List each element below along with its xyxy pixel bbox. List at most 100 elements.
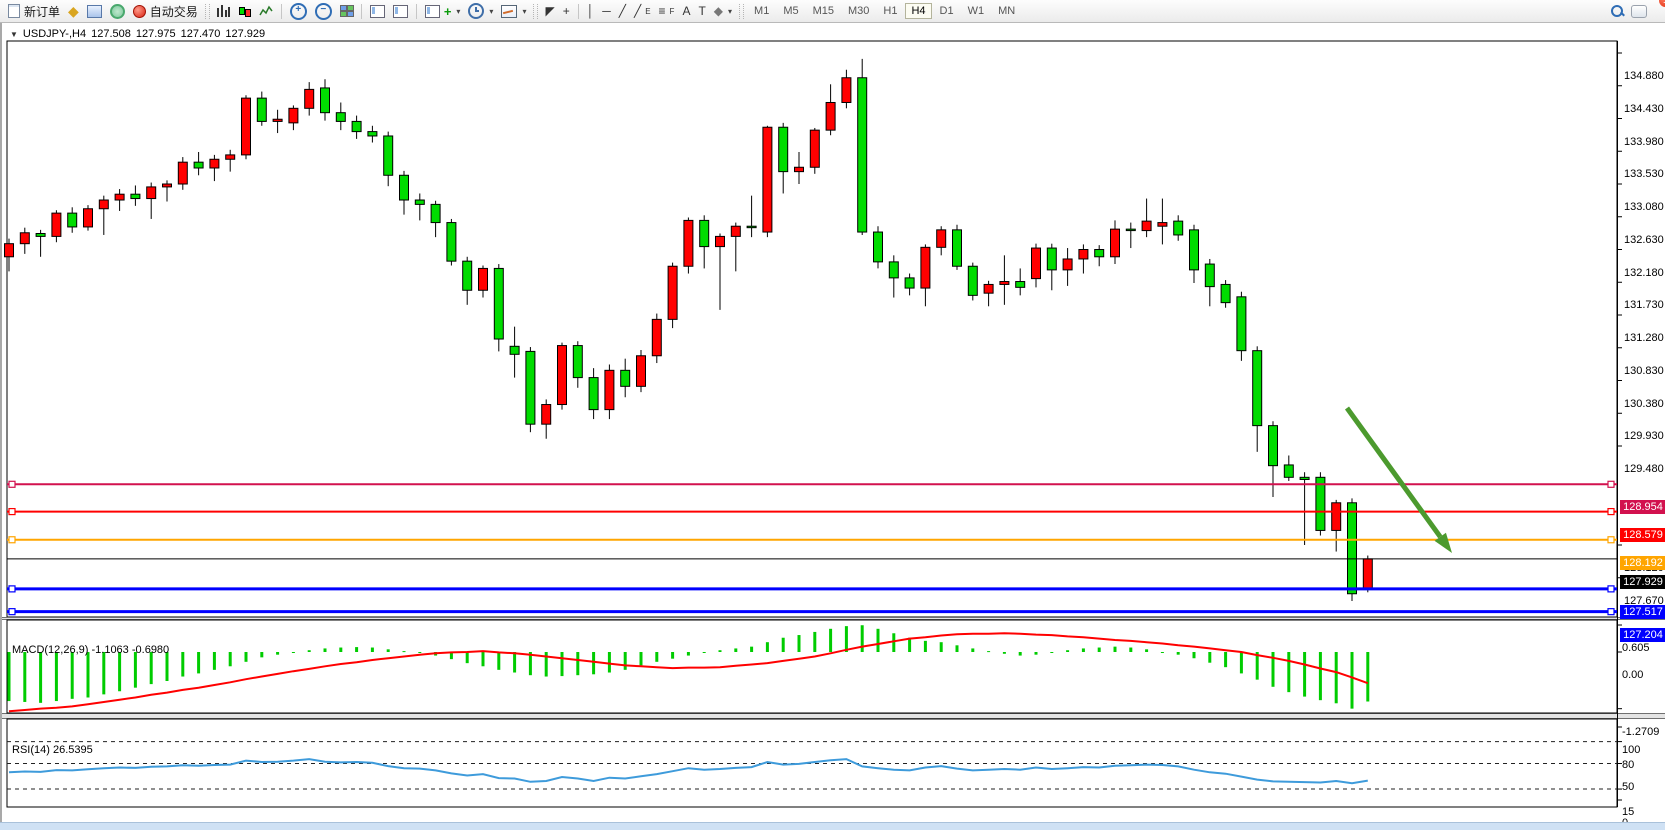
search-icon	[1611, 5, 1623, 17]
candlestick-chart-icon	[238, 5, 251, 18]
text-label-button[interactable]: T	[694, 2, 709, 21]
timeframe-button-mn[interactable]: MN	[992, 3, 1021, 19]
line-handle[interactable]	[1608, 586, 1614, 592]
candle-body	[1205, 264, 1214, 287]
ohlc-high: 127.975	[136, 28, 176, 40]
candle-body	[115, 194, 124, 200]
candle-body	[257, 98, 266, 121]
macd-histogram-bar	[23, 652, 26, 702]
macd-histogram-bar	[861, 625, 864, 652]
candle-body	[368, 132, 377, 136]
candle-body	[589, 378, 598, 410]
tile-windows-icon	[340, 5, 353, 17]
zoom-in-button[interactable]: +	[286, 2, 311, 21]
candle-body	[52, 213, 61, 236]
macd-histogram-bar	[1082, 648, 1085, 652]
macd-histogram-bar	[1019, 652, 1022, 656]
chevron-down-icon: ▾	[489, 7, 493, 16]
line-chart-icon	[259, 5, 273, 17]
candle-body	[1221, 284, 1230, 302]
search-button[interactable]	[1607, 2, 1627, 21]
candle-body	[1111, 229, 1120, 257]
line-handle[interactable]	[1608, 509, 1614, 515]
cascade-charts-button[interactable]	[389, 2, 412, 21]
candlestick-chart-button[interactable]	[234, 2, 255, 21]
macd-histogram-bar	[703, 652, 706, 653]
line-handle[interactable]	[1608, 481, 1614, 487]
timeframe-button-h1[interactable]: H1	[877, 3, 903, 19]
macd-histogram-bar	[8, 652, 11, 701]
candle-body	[305, 89, 314, 108]
macd-histogram-bar	[829, 629, 832, 652]
macd-histogram-bar	[118, 652, 121, 691]
text-button[interactable]: A	[678, 2, 694, 21]
notifications-button[interactable]: 1	[1627, 2, 1651, 21]
timeframe-button-d1[interactable]: D1	[934, 3, 960, 19]
macd-histogram-bar	[497, 652, 500, 670]
auto-trading-button[interactable]: 自动交易	[129, 2, 202, 21]
candle-body	[573, 346, 582, 378]
fibonacci-sub-label: F	[670, 7, 675, 16]
toolbar-separator	[578, 4, 579, 19]
vertical-line-button[interactable]: │	[583, 2, 599, 21]
timeframe-button-m30[interactable]: M30	[842, 3, 875, 19]
macd-histogram-bar	[1193, 652, 1196, 658]
line-chart-button[interactable]	[255, 2, 277, 21]
horizontal-line-button[interactable]: ─	[598, 2, 615, 21]
macd-histogram-bar	[592, 652, 595, 674]
line-handle[interactable]	[9, 509, 15, 515]
add-indicator-button[interactable]: +▾	[421, 2, 465, 21]
notification-badge: 1	[1659, 0, 1665, 7]
symbol-dropdown-icon[interactable]: ▼	[10, 30, 18, 39]
macd-histogram-bar	[576, 652, 579, 675]
timeframe-button-h4[interactable]: H4	[905, 3, 931, 19]
line-handle[interactable]	[1608, 537, 1614, 543]
fibonacci-button[interactable]: ≡F	[655, 2, 679, 21]
signals-button[interactable]	[106, 2, 129, 21]
candle-body	[463, 261, 472, 290]
line-handle[interactable]	[9, 481, 15, 487]
candle-body	[1142, 221, 1151, 230]
tile-windows-button[interactable]	[336, 2, 357, 21]
timeframe-button-w1[interactable]: W1	[962, 3, 991, 19]
line-handle[interactable]	[9, 586, 15, 592]
macd-histogram-bar	[166, 652, 169, 681]
cursor-button[interactable]: ◤	[541, 2, 558, 21]
fibonacci-icon: ≡	[659, 4, 666, 18]
macd-histogram-bar	[466, 652, 469, 663]
plus-icon: +	[444, 5, 452, 18]
template-button[interactable]: ▾	[497, 2, 530, 21]
navigator-button[interactable]	[83, 2, 106, 21]
timeframe-button-m15[interactable]: M15	[807, 3, 840, 19]
line-handle[interactable]	[9, 609, 15, 615]
timeframe-button-m5[interactable]: M5	[777, 3, 804, 19]
zoom-out-button[interactable]: −	[311, 2, 336, 21]
candle-body	[289, 108, 298, 123]
timeframe-button-m1[interactable]: M1	[748, 3, 775, 19]
candle-body	[652, 319, 661, 355]
channel-button[interactable]: ╱E	[630, 2, 655, 21]
candle-body	[447, 223, 456, 262]
macd-histogram-bar	[687, 652, 690, 656]
horizontal-line-icon: ─	[602, 4, 611, 18]
shapes-button[interactable]: ◆▾	[710, 2, 736, 21]
vertical-line-icon: │	[587, 4, 595, 18]
new-order-button[interactable]: 新订单	[4, 2, 64, 21]
bar-chart-button[interactable]	[213, 2, 234, 21]
chat-icon	[1631, 5, 1647, 18]
candle-body	[905, 278, 914, 288]
candle-body	[1269, 426, 1278, 466]
macd-histogram-bar	[102, 652, 105, 694]
candle-body	[68, 213, 77, 227]
market-watch-button[interactable]: ◆	[64, 2, 83, 21]
chart-canvas[interactable]	[2, 23, 1665, 822]
arrange-charts-button[interactable]	[366, 2, 389, 21]
line-handle[interactable]	[1608, 609, 1614, 615]
crosshair-button[interactable]: +	[559, 2, 574, 21]
candle-body	[542, 405, 551, 425]
macd-histogram-bar	[1224, 652, 1227, 667]
trendline-button[interactable]: ╱	[615, 2, 630, 21]
chart-window[interactable]: ▼ USDJPY-,H4 127.508 127.975 127.470 127…	[0, 23, 1665, 822]
line-handle[interactable]	[9, 537, 15, 543]
period-button[interactable]: ▾	[464, 2, 497, 21]
